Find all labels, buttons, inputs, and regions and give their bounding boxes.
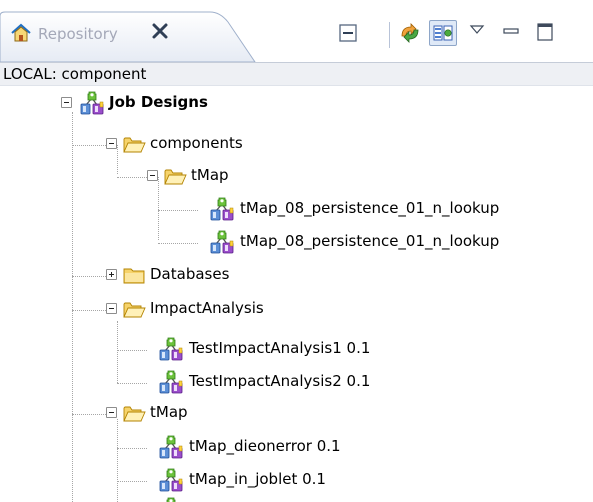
maximize-icon[interactable] bbox=[531, 20, 559, 46]
folder-open-icon bbox=[122, 132, 146, 156]
folder-open-icon bbox=[163, 164, 187, 188]
folder-open-icon bbox=[122, 297, 146, 321]
tree-label: Job Designs bbox=[109, 93, 208, 111]
breadcrumb: LOCAL: component bbox=[0, 62, 593, 86]
job-icon bbox=[159, 497, 183, 502]
tree-label: TestImpactAnalysis1 0.1 bbox=[189, 339, 371, 357]
job-icon bbox=[210, 230, 234, 254]
refresh-icon[interactable] bbox=[396, 20, 424, 46]
tree-label: tMap bbox=[150, 403, 188, 421]
tab-title: Repository bbox=[38, 25, 118, 43]
tree-guide-line bbox=[158, 210, 198, 211]
tree-label: components bbox=[150, 134, 243, 152]
tree-guide-line bbox=[72, 112, 73, 502]
tree-guide-line bbox=[158, 243, 198, 244]
tree-label: ImpactAnalysis bbox=[150, 299, 264, 317]
job-icon bbox=[159, 435, 183, 459]
collapse-toggle-icon[interactable] bbox=[106, 407, 117, 418]
job-designs-icon bbox=[80, 91, 104, 115]
folder-open-icon bbox=[122, 401, 146, 425]
toolbar-separator bbox=[389, 22, 390, 48]
close-icon[interactable] bbox=[150, 21, 170, 41]
folder-closed-icon bbox=[122, 263, 146, 287]
job-icon bbox=[210, 197, 234, 221]
minimize-icon[interactable] bbox=[497, 20, 525, 46]
collapse-toggle-icon[interactable] bbox=[61, 97, 72, 108]
tree-guide-line bbox=[117, 448, 147, 449]
tree-guide-line bbox=[72, 145, 106, 146]
repository-house-icon bbox=[11, 23, 31, 42]
filter-icon bbox=[433, 25, 453, 41]
tree-guide-line bbox=[117, 419, 118, 502]
tree-label: tMap bbox=[191, 166, 229, 184]
tree-label: tMap_in_joblet 0.1 bbox=[189, 470, 326, 488]
repository-tree: Job Designs components tMap tMap_08_pers… bbox=[0, 86, 593, 502]
tree-guide-line bbox=[72, 276, 106, 277]
view-tab-bar: Repository bbox=[0, 0, 593, 62]
tree-guide-line bbox=[72, 310, 106, 311]
tree-label: TestImpactAnalysis2 0.1 bbox=[189, 372, 371, 390]
expand-toggle-icon[interactable] bbox=[106, 269, 117, 280]
tree-guide-line bbox=[117, 350, 147, 351]
tree-guide-line bbox=[72, 414, 106, 415]
tree-guide-line bbox=[158, 177, 159, 240]
breadcrumb-label: LOCAL: component bbox=[3, 65, 147, 83]
tree-label: Databases bbox=[150, 265, 230, 283]
collapse-toggle-icon[interactable] bbox=[106, 138, 117, 149]
tree-guide-line bbox=[117, 481, 147, 482]
collapse-all-icon[interactable] bbox=[334, 20, 362, 46]
tree-guide-line bbox=[117, 177, 147, 178]
job-icon bbox=[159, 370, 183, 394]
job-icon bbox=[159, 468, 183, 492]
tree-label: tMap_08_persistence_01_n_lookup bbox=[240, 199, 500, 217]
tree-guide-line bbox=[117, 145, 118, 174]
collapse-toggle-icon[interactable] bbox=[147, 170, 158, 181]
tree-label: tMap_08_persistence_01_n_lookup bbox=[240, 232, 500, 250]
view-menu-icon[interactable] bbox=[463, 20, 491, 46]
tree-guide-line bbox=[117, 321, 118, 383]
tree-label: tMap_dieonerror 0.1 bbox=[189, 437, 341, 455]
collapse-toggle-icon[interactable] bbox=[106, 303, 117, 314]
tree-guide-line bbox=[117, 383, 147, 384]
filter-button[interactable] bbox=[429, 20, 457, 46]
job-icon bbox=[159, 337, 183, 361]
